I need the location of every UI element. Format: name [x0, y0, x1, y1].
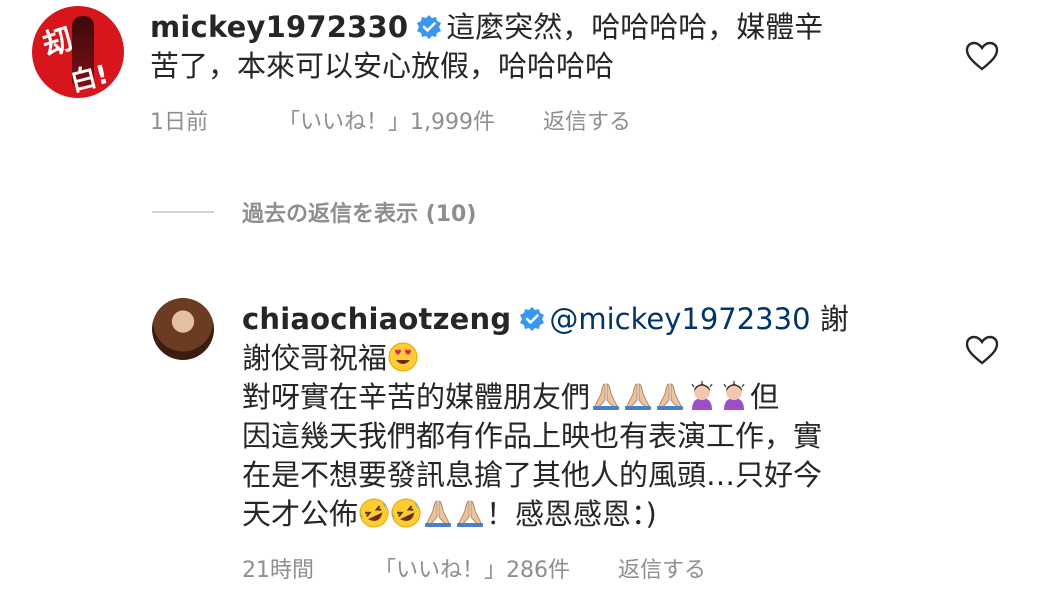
woman-gesturing-emoji-icon [686, 380, 718, 412]
avatar[interactable] [152, 298, 214, 360]
pray-emoji-icon [590, 380, 622, 412]
heart-eyes-emoji-icon [387, 341, 419, 373]
timestamp: 21時間 [242, 558, 314, 583]
likes-count[interactable]: 「いいね！」286件 [374, 552, 570, 584]
avatar-graffiti: 刧 [38, 22, 76, 65]
comment-text: 謝 [810, 302, 849, 336]
woman-gesturing-emoji-icon [718, 380, 750, 412]
username[interactable]: mickey1972330 [150, 10, 408, 44]
verified-badge-icon [417, 15, 442, 39]
rofl-emoji-icon [358, 497, 390, 529]
pray-emoji-icon [622, 380, 654, 412]
comment-text: 在是不想要發訊息搶了其他人的風頭…只好今 [242, 458, 823, 492]
comment-text: 因這幾天我們都有作品上映也有表演工作，實 [242, 419, 823, 453]
heart-outline-icon[interactable] [964, 40, 1000, 72]
comment-text: 對呀實在辛苦的媒體朋友們 [242, 380, 591, 414]
reply-button[interactable]: 返信する [618, 552, 706, 584]
view-replies-button[interactable]: 過去の返信を表示 (10) [152, 196, 476, 228]
comment-text: 但 [750, 380, 780, 414]
comment-body: chiaochiaotzeng @mickey1972330 謝 謝佼哥祝福 對呀… [242, 300, 922, 534]
avatar-graffiti: 白! [67, 59, 112, 98]
comment-text: 苦了，本來可以安心放假，哈哈哈哈 [150, 49, 615, 83]
avatar[interactable]: 刧 白! [32, 6, 124, 98]
pray-emoji-icon [422, 497, 454, 529]
divider [152, 211, 214, 213]
comment-text: 這麼突然，哈哈哈哈，媒體辛 [446, 10, 824, 44]
reply-button[interactable]: 返信する [543, 104, 631, 136]
comment-body: mickey1972330 這麼突然，哈哈哈哈，媒體辛 苦了，本來可以安心放假，哈… [150, 8, 910, 86]
pray-emoji-icon [454, 497, 486, 529]
comment-text: 謝佼哥祝福 [242, 341, 388, 375]
view-replies-label: 過去の返信を表示 (10) [242, 202, 477, 227]
likes-count[interactable]: 「いいね！」1,999件 [278, 104, 495, 136]
pray-emoji-icon [654, 380, 686, 412]
verified-badge-icon [520, 307, 545, 331]
comment-text: ！感恩感恩：) [486, 497, 657, 531]
comment-meta: 1日前 「いいね！」1,999件 返信する [150, 104, 631, 136]
username[interactable]: chiaochiaotzeng [242, 302, 511, 336]
rofl-emoji-icon [390, 497, 422, 529]
comment-meta: 21時間 「いいね！」286件 返信する [242, 552, 706, 584]
heart-outline-icon[interactable] [964, 334, 1000, 366]
mention-link[interactable]: @mickey1972330 [549, 302, 810, 336]
timestamp: 1日前 [150, 110, 208, 135]
comment-text: 天才公佈 [242, 497, 359, 531]
